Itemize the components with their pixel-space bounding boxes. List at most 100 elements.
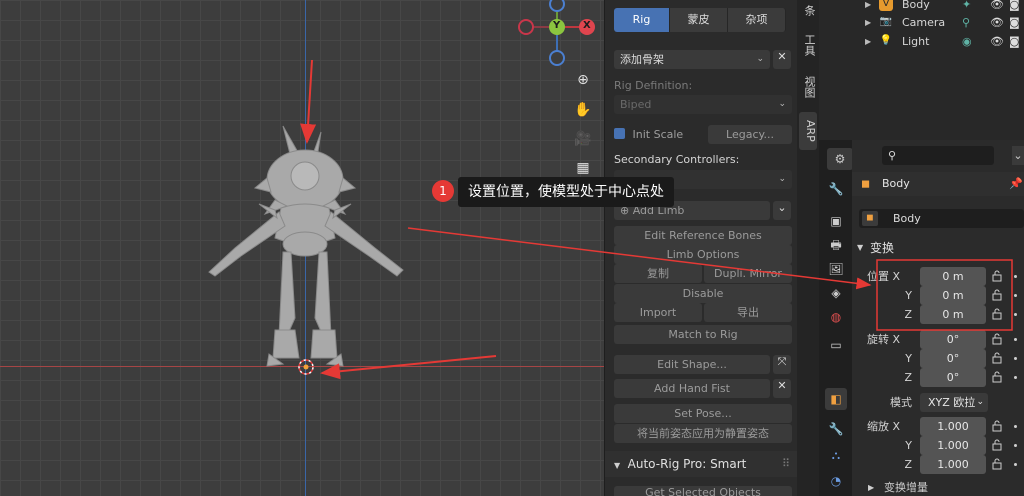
object-properties-icon[interactable]: ◧ bbox=[825, 388, 847, 410]
keyframe-dot-icon[interactable] bbox=[1014, 444, 1017, 447]
get-selected-objects-button[interactable]: Get Selected Objects bbox=[614, 486, 792, 496]
rig-definition-dropdown[interactable]: Biped ⌄ bbox=[614, 95, 792, 114]
init-scale-checkbox[interactable]: Init Scale bbox=[614, 125, 704, 144]
keyframe-dot-icon[interactable] bbox=[1014, 338, 1017, 341]
output-icon[interactable]: 🖶 bbox=[825, 234, 847, 256]
camera-icon[interactable]: ◙ bbox=[1009, 32, 1020, 51]
search-input[interactable]: ⚲ bbox=[882, 146, 994, 165]
outliner-row-light[interactable]: ▶ 💡 Light ◉ 👁 ◙ bbox=[819, 32, 1024, 51]
lock-icon[interactable] bbox=[991, 420, 1005, 432]
gizmo-y-label: Y bbox=[553, 20, 561, 31]
close-icon[interactable]: ✕ bbox=[773, 379, 791, 398]
location-y-field[interactable]: 0 m bbox=[920, 286, 986, 305]
object-name-field[interactable]: ◼ Body bbox=[859, 209, 1024, 228]
scale-x-label: 缩放 X bbox=[866, 420, 900, 433]
origin-cursor[interactable] bbox=[297, 358, 315, 376]
location-x-field[interactable]: 0 m bbox=[920, 267, 986, 286]
expand-arrow-icon[interactable]: ▶ bbox=[865, 32, 871, 51]
lock-icon[interactable] bbox=[991, 458, 1005, 470]
eye-icon[interactable]: 👁 bbox=[990, 0, 1004, 14]
tool-icon[interactable]: 🔧 bbox=[825, 178, 847, 200]
location-x-label: 位置 X bbox=[866, 270, 900, 283]
tab-view[interactable]: 视图 bbox=[799, 72, 817, 102]
keyframe-dot-icon[interactable] bbox=[1014, 294, 1017, 297]
mirror-shape-icon[interactable]: ⤧ bbox=[773, 355, 791, 374]
physics-icon[interactable]: ◔ bbox=[825, 470, 847, 492]
tab-tool[interactable]: 工具 bbox=[799, 30, 817, 60]
get-selected-objects-label: Get Selected Objects bbox=[645, 486, 761, 496]
character-model[interactable] bbox=[195, 118, 415, 368]
options-dropdown[interactable]: ⌄ bbox=[1012, 146, 1024, 165]
keyframe-dot-icon[interactable] bbox=[1014, 463, 1017, 466]
bone-constraint-icon: ✦ bbox=[962, 0, 972, 11]
edit-shape-label: Edit Shape... bbox=[657, 358, 727, 371]
scale-x-field[interactable]: 1.000 bbox=[920, 417, 986, 436]
rotation-z-field[interactable]: 0° bbox=[920, 368, 986, 387]
camera-data-icon: ⚲ bbox=[962, 16, 971, 29]
scale-y-field[interactable]: 1.000 bbox=[920, 436, 986, 455]
limb-options-button[interactable]: Limb Options bbox=[614, 245, 792, 264]
editor-type-icon[interactable]: ⚙ bbox=[827, 148, 853, 170]
3d-viewport[interactable]: Y X ⊕ ✋ 🎥 ▦ bbox=[0, 0, 604, 496]
zoom-icon[interactable]: ⊕ bbox=[570, 67, 596, 93]
eye-icon[interactable]: 👁 bbox=[990, 13, 1004, 32]
rig-tabs: Rig 蒙皮 杂项 bbox=[614, 8, 786, 32]
match-to-rig-button[interactable]: Match to Rig bbox=[614, 325, 792, 344]
rotation-y-field[interactable]: 0° bbox=[920, 349, 986, 368]
legacy-button[interactable]: Legacy... bbox=[708, 125, 792, 144]
dupli-mirror-button[interactable]: Dupli. Mirror bbox=[704, 264, 792, 283]
chevron-down-icon[interactable]: ⌄ bbox=[773, 201, 791, 220]
keyframe-dot-icon[interactable] bbox=[1014, 425, 1017, 428]
set-pose-button[interactable]: Set Pose... bbox=[614, 404, 792, 423]
export-button[interactable]: 导出 bbox=[704, 303, 792, 322]
add-hand-fist-button[interactable]: Add Hand Fist bbox=[614, 379, 770, 398]
scale-z-field[interactable]: 1.000 bbox=[920, 455, 986, 474]
expand-arrow-icon[interactable]: ▶ bbox=[865, 0, 871, 14]
disable-button[interactable]: Disable bbox=[614, 284, 792, 303]
rotation-mode-dropdown[interactable]: XYZ 欧拉 ⌄ bbox=[920, 393, 988, 412]
keyframe-dot-icon[interactable] bbox=[1014, 357, 1017, 360]
edit-reference-bones-button[interactable]: Edit Reference Bones bbox=[614, 226, 792, 245]
tab-misc[interactable]: 杂项 bbox=[728, 8, 786, 32]
close-icon[interactable]: ✕ bbox=[773, 50, 791, 69]
particles-icon[interactable]: ⛬ bbox=[825, 444, 847, 466]
lock-icon[interactable] bbox=[991, 289, 1005, 301]
render-icon[interactable]: ▣ bbox=[825, 210, 847, 232]
pin-icon[interactable]: 📌 bbox=[1009, 172, 1023, 196]
transform-section-header[interactable]: ▼ 变换 bbox=[852, 237, 1024, 259]
location-z-field[interactable]: 0 m bbox=[920, 305, 986, 324]
rotation-x-field[interactable]: 0° bbox=[920, 330, 986, 349]
delta-transform-section-header[interactable]: ▶ 变换增量 bbox=[852, 480, 1024, 496]
copy-button[interactable]: 复制 bbox=[614, 264, 702, 283]
tab-arp[interactable]: ARP bbox=[799, 112, 817, 150]
camera-icon[interactable]: ◙ bbox=[1009, 13, 1020, 32]
lock-icon[interactable] bbox=[991, 333, 1005, 345]
lock-icon[interactable] bbox=[991, 270, 1005, 282]
tab-item[interactable]: 条目 bbox=[799, 0, 817, 20]
edit-shape-button[interactable]: Edit Shape... bbox=[614, 355, 770, 374]
keyframe-dot-icon[interactable] bbox=[1014, 376, 1017, 379]
import-button[interactable]: Import bbox=[614, 303, 702, 322]
apply-rest-pose-button[interactable]: 将当前姿态应用为静置姿态 bbox=[614, 424, 792, 443]
camera-icon[interactable]: ◙ bbox=[1009, 0, 1020, 14]
add-armature-label: 添加骨架 bbox=[620, 53, 664, 66]
navigation-gizmo[interactable] bbox=[512, 0, 602, 70]
camera-view-icon[interactable]: 🎥 bbox=[570, 126, 596, 152]
keyframe-dot-icon[interactable] bbox=[1014, 275, 1017, 278]
lock-icon[interactable] bbox=[991, 439, 1005, 451]
world-icon[interactable]: ◍ bbox=[825, 306, 847, 328]
outliner-row-camera[interactable]: ▶ 📷 Camera ⚲ 👁 ◙ bbox=[819, 13, 1024, 32]
add-armature-dropdown[interactable]: 添加骨架 ⌄ bbox=[614, 50, 770, 69]
keyframe-dot-icon[interactable] bbox=[1014, 313, 1017, 316]
lock-icon[interactable] bbox=[991, 308, 1005, 320]
hand-pan-icon[interactable]: ✋ bbox=[570, 97, 596, 123]
lock-icon[interactable] bbox=[991, 371, 1005, 383]
drag-handle-icon[interactable]: ⠿ bbox=[782, 451, 790, 477]
expand-arrow-icon[interactable]: ▶ bbox=[865, 13, 871, 32]
eye-icon[interactable]: 👁 bbox=[990, 32, 1004, 51]
tab-skin[interactable]: 蒙皮 bbox=[670, 8, 728, 32]
tab-rig[interactable]: Rig bbox=[614, 8, 670, 32]
outliner-row-body[interactable]: ▶ V Body ✦ 👁 ◙ bbox=[819, 0, 1024, 14]
lock-icon[interactable] bbox=[991, 352, 1005, 364]
autorig-panel-header[interactable]: ▼ Auto-Rig Pro: Smart ⠿ bbox=[605, 451, 798, 477]
